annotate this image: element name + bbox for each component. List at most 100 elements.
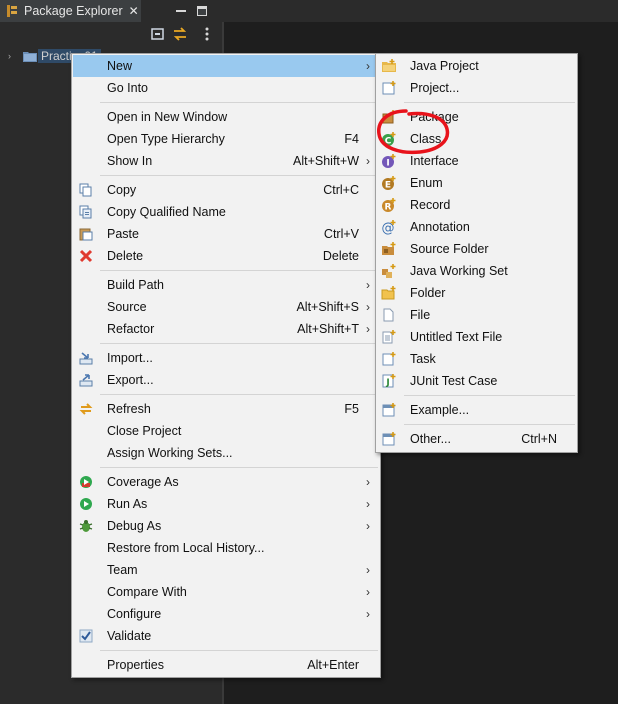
svg-text:J: J [385,378,389,388]
junit-icon: J [381,373,397,389]
svg-text:I: I [386,159,389,169]
menu-item-close-project[interactable]: Close Project [73,420,379,442]
submenu-item-junit-test-case[interactable]: J JUnit Test Case [377,370,576,392]
import-icon [78,350,94,366]
menu-item-delete[interactable]: Delete Delete [73,245,379,267]
submenu-item-other[interactable]: Other... Ctrl+N [377,428,576,450]
source-folder-icon [381,241,397,257]
text-file-icon [381,329,397,345]
tab-package-explorer[interactable]: Package Explorer ✕ [0,0,141,22]
svg-text:E: E [385,181,391,191]
copy-qualified-name-icon [78,204,94,220]
example-icon [381,402,397,418]
submenu-item-java-project[interactable]: Java Project [377,55,576,77]
menu-item-paste[interactable]: Paste Ctrl+V [73,223,379,245]
export-icon [78,372,94,388]
menu-item-configure[interactable]: Configure › [73,603,379,625]
svg-text:R: R [385,203,392,213]
submenu-item-project[interactable]: Project... [377,77,576,99]
menu-item-run-as[interactable]: Run As › [73,493,379,515]
submenu-item-task[interactable]: Task [377,348,576,370]
submenu-item-source-folder[interactable]: Source Folder [377,238,576,260]
chevron-right-icon: › [366,278,370,292]
menu-item-coverage-as[interactable]: Coverage As › [73,471,379,493]
task-icon [381,351,397,367]
file-icon [381,307,397,323]
menu-item-open-type-hierarchy[interactable]: Open Type Hierarchy F4 [73,128,379,150]
submenu-item-folder[interactable]: Folder [377,282,576,304]
chevron-right-icon: › [366,563,370,577]
paste-icon [78,226,94,242]
chevron-right-icon: › [366,154,370,168]
menu-item-refactor[interactable]: Refactor Alt+Shift+T › [73,318,379,340]
submenu-item-record[interactable]: R Record [377,194,576,216]
menu-item-properties[interactable]: Properties Alt+Enter [73,654,379,676]
menu-separator [100,343,378,344]
menu-item-show-in[interactable]: Show In Alt+Shift+W › [73,150,379,172]
collapse-all-icon[interactable] [150,26,166,42]
java-project-icon [381,58,397,74]
annotation-circle [377,109,450,155]
menu-separator [404,395,575,396]
submenu-item-untitled-text-file[interactable]: Untitled Text File [377,326,576,348]
chevron-right-icon: › [366,322,370,336]
working-set-icon [381,263,397,279]
menu-separator [100,467,378,468]
submenu-item-file[interactable]: File [377,304,576,326]
menu-separator [100,102,378,103]
menu-item-assign-working-sets[interactable]: Assign Working Sets... [73,442,379,464]
menu-item-copy[interactable]: Copy Ctrl+C [73,179,379,201]
interface-icon: I [381,153,397,169]
view-menu-icon[interactable] [199,26,215,42]
menu-item-new[interactable]: New › [73,55,379,77]
menu-separator [404,102,575,103]
chevron-right-icon: › [366,585,370,599]
menu-item-export[interactable]: Export... [73,369,379,391]
chevron-right-icon: › [366,475,370,489]
menu-item-import[interactable]: Import... [73,347,379,369]
maximize-icon[interactable] [195,4,209,18]
menu-item-debug-as[interactable]: Debug As › [73,515,379,537]
menu-item-copy-qualified-name[interactable]: Copy Qualified Name [73,201,379,223]
submenu-item-example[interactable]: Example... [377,399,576,421]
expand-chevron-icon[interactable]: › [8,51,18,61]
menu-separator [404,424,575,425]
chevron-right-icon: › [366,300,370,314]
chevron-right-icon: › [366,497,370,511]
menu-item-team[interactable]: Team › [73,559,379,581]
annotation-icon: @ [381,219,397,235]
checkmark-icon [78,628,94,644]
menu-item-open-in-new-window[interactable]: Open in New Window [73,106,379,128]
menu-separator [100,650,378,651]
context-menu: New › Go Into Open in New Window Open Ty… [71,53,381,678]
menu-item-restore-local-history[interactable]: Restore from Local History... [73,537,379,559]
package-explorer-icon [7,5,17,17]
chevron-right-icon: › [366,607,370,621]
submenu-item-annotation[interactable]: @ Annotation [377,216,576,238]
minimize-icon[interactable] [174,4,188,18]
menu-item-validate[interactable]: Validate [73,625,379,647]
delete-icon [78,248,94,264]
menu-item-refresh[interactable]: Refresh F5 [73,398,379,420]
coverage-icon [78,474,94,490]
close-icon[interactable]: ✕ [129,4,139,18]
refresh-icon [78,401,94,417]
submenu-item-java-working-set[interactable]: Java Working Set [377,260,576,282]
menu-item-go-into[interactable]: Go Into [73,77,379,99]
chevron-right-icon: › [366,59,370,73]
copy-icon [78,182,94,198]
java-project-icon [23,52,37,62]
wizard-icon [381,431,397,447]
run-icon [78,496,94,512]
project-icon [381,80,397,96]
view-title: Package Explorer [24,4,123,18]
folder-icon [381,285,397,301]
menu-item-source[interactable]: Source Alt+Shift+S › [73,296,379,318]
link-with-editor-icon[interactable] [172,26,188,42]
menu-item-compare-with[interactable]: Compare With › [73,581,379,603]
submenu-item-enum[interactable]: E Enum [377,172,576,194]
menu-separator [100,270,378,271]
menu-item-build-path[interactable]: Build Path › [73,274,379,296]
menu-separator [100,394,378,395]
enum-icon: E [381,175,397,191]
